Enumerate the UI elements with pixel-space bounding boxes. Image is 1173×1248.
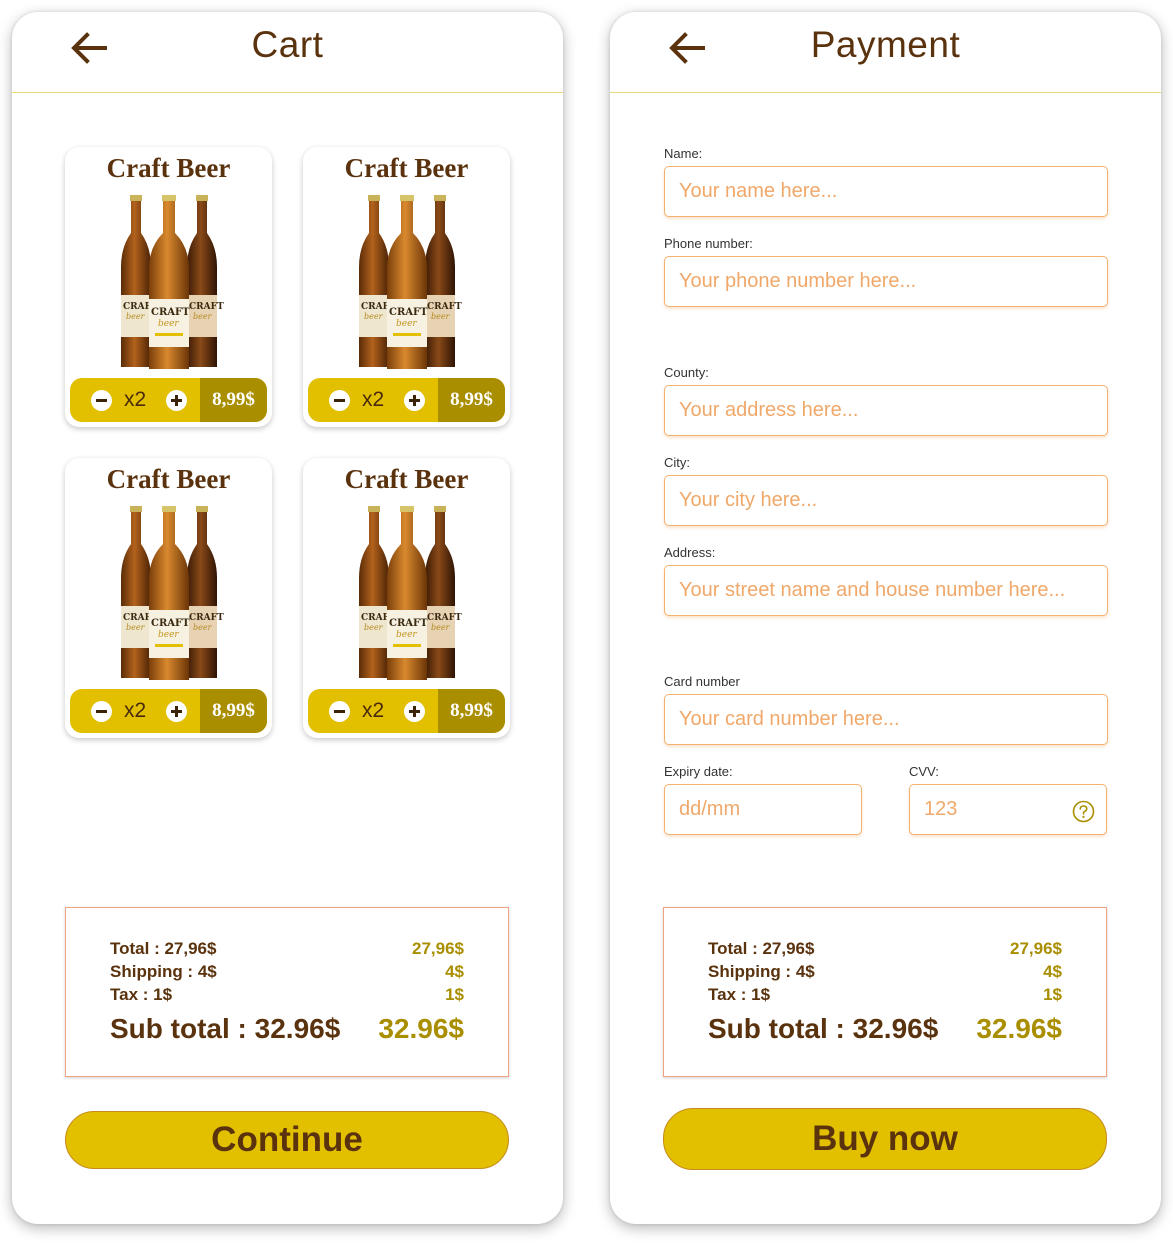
summary-tax-row: Tax : 1$ 1$ — [110, 985, 464, 1008]
page-title: Cart — [251, 24, 324, 65]
address-label: Address: — [664, 545, 716, 560]
subtotal-label: Sub total : 32.96$ — [708, 1013, 939, 1044]
order-summary: Total : 27,96$ 27,96$ Shipping : 4$ 4$ T… — [65, 907, 509, 1077]
plus-circle-icon[interactable] — [166, 390, 187, 411]
quantity-stepper: x2 8,99$ — [308, 689, 505, 733]
name-field[interactable] — [664, 166, 1108, 217]
cart-header: Cart — [12, 12, 563, 93]
payment-header: Payment — [610, 12, 1161, 93]
minus-circle-icon[interactable] — [329, 701, 350, 722]
cart-screen: Cart Craft Beer x2 8,99$ Craft Beer x2 8… — [12, 12, 563, 1224]
price-tag: 8,99$ — [438, 378, 505, 422]
cvv-label: CVV: — [909, 764, 939, 779]
summary-subtotal-row: Sub total : 32.96$ 32.96$ — [708, 1013, 1062, 1049]
product-card[interactable]: Craft Beer x2 8,99$ — [65, 458, 272, 738]
summary-subtotal-row: Sub total : 32.96$ 32.96$ — [110, 1013, 464, 1049]
tax-value: 1$ — [445, 985, 464, 1004]
quantity-value: x2 — [124, 699, 147, 722]
name-label: Name: — [664, 146, 703, 161]
phone-field[interactable] — [664, 256, 1108, 307]
quantity-stepper: x2 8,99$ — [70, 689, 267, 733]
phone-label: Phone number: — [664, 236, 753, 251]
craft-beer-bottles-image — [121, 506, 225, 680]
product-card[interactable]: Craft Beer x2 8,99$ — [303, 147, 510, 427]
subtotal-label: Sub total : 32.96$ — [110, 1013, 341, 1044]
plus-circle-icon[interactable] — [404, 390, 425, 411]
card-number-field[interactable] — [664, 694, 1108, 745]
plus-circle-icon[interactable] — [166, 701, 187, 722]
question-circle-icon[interactable] — [1072, 800, 1095, 823]
product-name: Craft Beer — [344, 464, 469, 494]
quantity-stepper: x2 8,99$ — [308, 378, 505, 422]
craft-beer-bottles-image — [121, 195, 225, 369]
summary-shipping-row: Shipping : 4$ 4$ — [110, 962, 464, 985]
buy-now-button[interactable]: Buy now — [663, 1108, 1107, 1170]
shipping-label: Shipping : 4$ — [110, 962, 217, 981]
summary-tax-row: Tax : 1$ 1$ — [708, 985, 1062, 1008]
minus-circle-icon[interactable] — [91, 390, 112, 411]
page-title: Payment — [810, 24, 961, 65]
total-label: Total : 27,96$ — [708, 939, 815, 958]
quantity-stepper: x2 8,99$ — [70, 378, 267, 422]
continue-button[interactable]: Continue — [65, 1111, 509, 1169]
price-tag: 8,99$ — [200, 378, 267, 422]
tax-value: 1$ — [1043, 985, 1062, 1004]
product-name: Craft Beer — [106, 153, 231, 183]
city-field[interactable] — [664, 475, 1108, 526]
total-label: Total : 27,96$ — [110, 939, 217, 958]
summary-total-row: Total : 27,96$ 27,96$ — [708, 939, 1062, 962]
shipping-value: 4$ — [1043, 962, 1062, 981]
summary-total-row: Total : 27,96$ 27,96$ — [110, 939, 464, 962]
summary-shipping-row: Shipping : 4$ 4$ — [708, 962, 1062, 985]
subtotal-value: 32.96$ — [378, 1013, 464, 1044]
address-field[interactable] — [664, 565, 1108, 616]
plus-circle-icon[interactable] — [404, 701, 425, 722]
expiry-label: Expiry date: — [664, 764, 733, 779]
quantity-value: x2 — [362, 388, 385, 411]
product-card[interactable]: Craft Beer x2 8,99$ — [303, 458, 510, 738]
shipping-label: Shipping : 4$ — [708, 962, 815, 981]
product-card[interactable]: Craft Beer x2 8,99$ — [65, 147, 272, 427]
subtotal-value: 32.96$ — [976, 1013, 1062, 1044]
minus-circle-icon[interactable] — [91, 701, 112, 722]
county-label: County: — [664, 365, 709, 380]
payment-screen: Payment Name: Phone number: County: City… — [610, 12, 1161, 1224]
minus-circle-icon[interactable] — [329, 390, 350, 411]
shipping-value: 4$ — [445, 962, 464, 981]
product-name: Craft Beer — [344, 153, 469, 183]
craft-beer-bottles-image — [359, 506, 463, 680]
expiry-field[interactable] — [664, 784, 862, 835]
county-field[interactable] — [664, 385, 1108, 436]
craft-beer-bottles-image — [359, 195, 463, 369]
tax-label: Tax : 1$ — [110, 985, 173, 1004]
total-value: 27,96$ — [412, 939, 464, 958]
quantity-value: x2 — [124, 388, 147, 411]
quantity-value: x2 — [362, 699, 385, 722]
order-summary: Total : 27,96$ 27,96$ Shipping : 4$ 4$ T… — [663, 907, 1107, 1077]
tax-label: Tax : 1$ — [708, 985, 771, 1004]
card-number-label: Card number — [664, 674, 740, 689]
total-value: 27,96$ — [1010, 939, 1062, 958]
price-tag: 8,99$ — [200, 689, 267, 733]
city-label: City: — [664, 455, 690, 470]
product-name: Craft Beer — [106, 464, 231, 494]
price-tag: 8,99$ — [438, 689, 505, 733]
